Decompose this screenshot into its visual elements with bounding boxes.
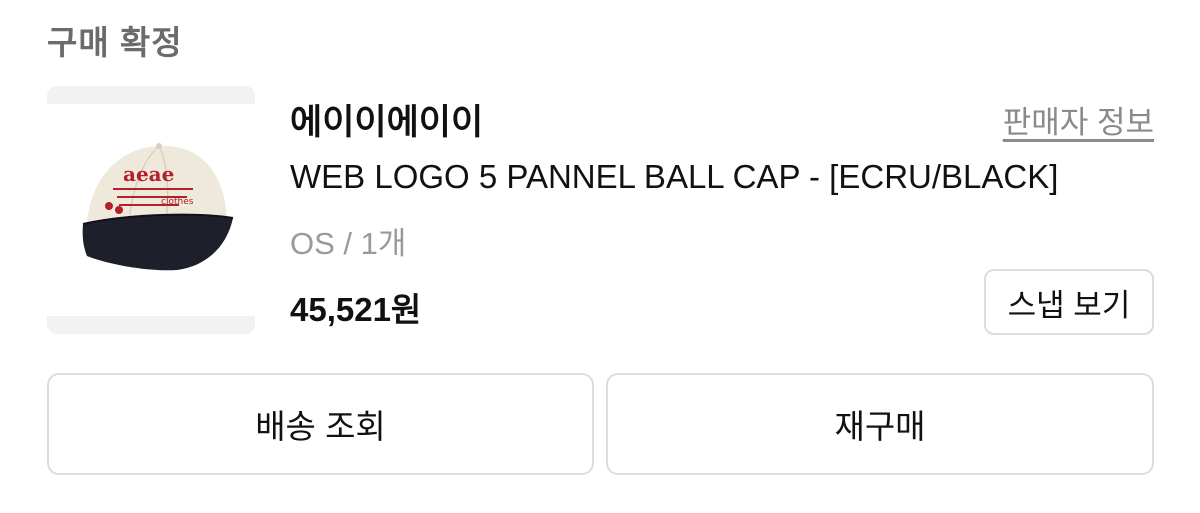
- cap-image-icon: aeae clothes: [47, 104, 255, 316]
- cap-clothes-text: clothes: [161, 197, 194, 207]
- seller-info-link[interactable]: 판매자 정보: [1003, 97, 1154, 142]
- product-option: OS / 1개: [290, 226, 407, 261]
- rebuy-button[interactable]: 재구매: [606, 373, 1154, 475]
- product-name: WEB LOGO 5 PANNEL BALL CAP - [ECRU/BLACK…: [290, 158, 1059, 195]
- cap-logo-text: aeae: [123, 162, 174, 186]
- product-price: 45,521원: [290, 291, 422, 328]
- track-shipping-button[interactable]: 배송 조회: [47, 373, 594, 475]
- order-status-label: 구매 확정: [47, 24, 183, 61]
- brand-name: 에이이에이이: [290, 103, 484, 142]
- product-thumbnail[interactable]: aeae clothes: [47, 86, 255, 334]
- view-snap-button[interactable]: 스냅 보기: [984, 269, 1154, 335]
